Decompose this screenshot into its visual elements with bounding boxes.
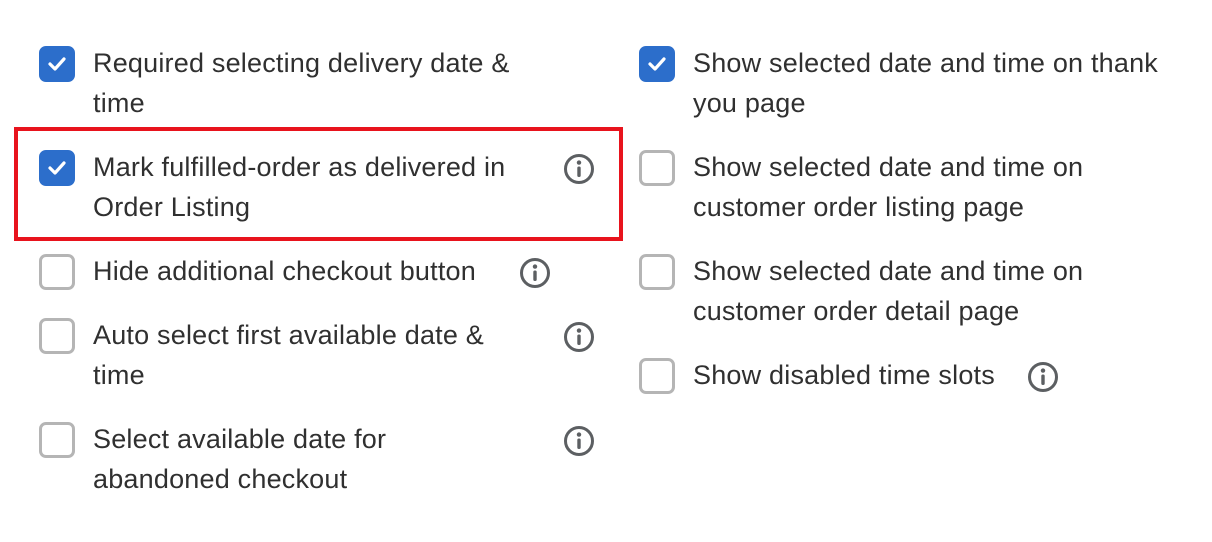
option-label-line: Select available date for: [93, 424, 387, 454]
option-label-line: customer order detail page: [693, 296, 1020, 326]
option-label-line: time: [93, 360, 145, 390]
option-show-date-thank-you[interactable]: Show selected date and time on thank you…: [639, 43, 1199, 123]
info-icon[interactable]: [563, 321, 595, 353]
option-auto-select-first-date[interactable]: Auto select first available date & time: [39, 315, 559, 395]
option-label: Show disabled time slots: [693, 355, 995, 395]
checkbox-show-date-order-detail[interactable]: [639, 254, 675, 290]
info-icon[interactable]: [563, 425, 595, 457]
info-icon[interactable]: [563, 153, 595, 185]
info-icon[interactable]: [1027, 361, 1059, 393]
option-label-line: you page: [693, 88, 806, 118]
option-label: Show selected date and time on thank you…: [693, 43, 1158, 123]
option-label-line: Required selecting delivery date &: [93, 48, 510, 78]
checkbox-show-date-thank-you[interactable]: [639, 46, 675, 82]
checkbox-show-date-order-listing[interactable]: [639, 150, 675, 186]
option-select-date-abandoned-checkout[interactable]: Select available date for abandoned chec…: [39, 419, 559, 499]
option-label-line: Show disabled time slots: [693, 360, 995, 390]
checkmark-icon: [48, 161, 66, 175]
checkbox-select-date-abandoned-checkout[interactable]: [39, 422, 75, 458]
checkbox-hide-additional-checkout[interactable]: [39, 254, 75, 290]
option-label-line: Mark fulfilled-order as delivered in: [93, 152, 506, 182]
checkbox-required-delivery-date[interactable]: [39, 46, 75, 82]
option-label-line: Hide additional checkout button: [93, 256, 476, 286]
option-label-line: abandoned checkout: [93, 464, 348, 494]
checkmark-icon: [648, 57, 666, 71]
checkbox-mark-fulfilled-delivered[interactable]: [39, 150, 75, 186]
option-label: Required selecting delivery date & time: [93, 43, 510, 123]
option-required-delivery-date[interactable]: Required selecting delivery date & time: [39, 43, 579, 123]
checkmark-icon: [48, 57, 66, 71]
info-icon[interactable]: [519, 257, 551, 289]
option-label: Select available date for abandoned chec…: [93, 419, 386, 499]
option-label-line: Show selected date and time on thank: [693, 48, 1159, 78]
option-label: Hide additional checkout button: [93, 251, 476, 291]
checkbox-auto-select-first-date[interactable]: [39, 318, 75, 354]
option-label-line: Show selected date and time on: [693, 256, 1084, 286]
checkbox-show-disabled-time-slots[interactable]: [639, 358, 675, 394]
option-label: Auto select first available date & time: [93, 315, 484, 395]
option-show-date-order-listing[interactable]: Show selected date and time on customer …: [639, 147, 1199, 227]
option-label: Show selected date and time on customer …: [693, 147, 1083, 227]
option-label-line: Order Listing: [93, 192, 251, 222]
option-show-date-order-detail[interactable]: Show selected date and time on customer …: [639, 251, 1199, 331]
option-hide-additional-checkout[interactable]: Hide additional checkout button: [39, 251, 559, 293]
option-label-line: customer order listing page: [693, 192, 1025, 222]
option-mark-fulfilled-delivered[interactable]: Mark fulfilled-order as delivered in Ord…: [39, 147, 599, 227]
option-label: Show selected date and time on customer …: [693, 251, 1083, 331]
option-label-line: Show selected date and time on: [693, 152, 1084, 182]
option-label-line: time: [93, 88, 145, 118]
option-label: Mark fulfilled-order as delivered in Ord…: [93, 147, 505, 227]
option-show-disabled-time-slots[interactable]: Show disabled time slots: [639, 355, 1019, 397]
option-label-line: Auto select first available date &: [93, 320, 485, 350]
